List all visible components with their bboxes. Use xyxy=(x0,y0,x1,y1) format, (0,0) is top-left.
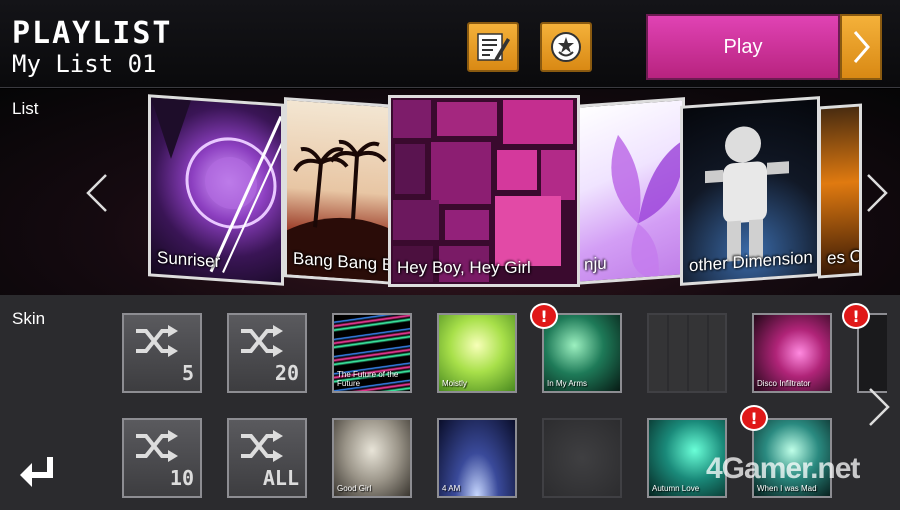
skin-tile[interactable]: 4 AM xyxy=(437,418,517,498)
skin-caption: Autumn Love xyxy=(652,484,700,493)
skin-caption: Disco Infiltrator xyxy=(757,379,811,388)
shuffle-count: 10 xyxy=(169,466,194,490)
new-badge: ! xyxy=(740,405,768,431)
shuffle-icon xyxy=(136,325,178,357)
skin-tile[interactable]: The Future of the Future xyxy=(332,313,412,393)
album-art xyxy=(393,100,575,282)
new-badge: ! xyxy=(530,303,558,329)
chevron-right-icon[interactable] xyxy=(864,173,890,213)
skin-tile-locked xyxy=(542,418,622,498)
skin-tile[interactable]: Disco Infiltrator xyxy=(752,313,832,393)
chevron-right-icon xyxy=(853,31,870,63)
page-title: PLAYLIST xyxy=(12,16,173,51)
playlist-name: My List 01 xyxy=(12,50,157,78)
skin-caption: The Future of the Future xyxy=(337,370,399,388)
shuffle-icon xyxy=(136,430,178,462)
new-badge: ! xyxy=(842,303,870,329)
skin-tile-locked xyxy=(647,313,727,393)
smile-star-icon xyxy=(551,32,581,62)
song-card[interactable]: es Of xyxy=(818,103,862,279)
play-next-button[interactable] xyxy=(840,14,882,80)
skin-caption: In My Arms xyxy=(547,379,588,388)
song-title: es Of xyxy=(827,246,862,268)
shuffle-count: ALL xyxy=(262,466,299,490)
shuffle-icon xyxy=(241,325,283,357)
shuffle-all-button[interactable]: ALL xyxy=(227,418,307,498)
chevron-left-icon[interactable] xyxy=(84,173,110,213)
shuffle-count: 5 xyxy=(181,361,194,385)
shuffle-5-button[interactable]: 5 xyxy=(122,313,202,393)
skin-caption: Moistly xyxy=(442,379,467,388)
song-card[interactable]: Bang Bang B xyxy=(284,97,396,285)
play-label: Play xyxy=(723,35,763,58)
skin-caption: 4 AM xyxy=(442,484,461,493)
back-arrow-icon[interactable] xyxy=(18,453,58,489)
song-carousel: List Sunriser Bang Bang B nju other Dime… xyxy=(0,89,900,295)
shuffle-count: 20 xyxy=(274,361,299,385)
song-card[interactable]: Sunriser xyxy=(148,94,284,286)
song-title: Hey Boy, Hey Girl xyxy=(397,258,531,277)
song-card[interactable]: other Dimension xyxy=(680,96,820,286)
header-bar: PLAYLIST My List 01 Play xyxy=(0,0,900,88)
skin-caption: Good Girl xyxy=(337,484,372,493)
edit-list-icon xyxy=(477,33,510,61)
avatar-button[interactable] xyxy=(540,22,592,72)
chevron-right-icon[interactable] xyxy=(866,387,892,427)
skin-label: Skin xyxy=(12,309,46,328)
watermark: 4Gamer.net xyxy=(706,452,860,485)
shuffle-10-button[interactable]: 10 xyxy=(122,418,202,498)
skin-tile[interactable]: Moistly xyxy=(437,313,517,393)
shuffle-icon xyxy=(241,430,283,462)
song-card-selected[interactable]: Hey Boy, Hey Girl xyxy=(388,95,580,287)
shuffle-20-button[interactable]: 20 xyxy=(227,313,307,393)
song-title: nju xyxy=(584,253,607,275)
skin-tile[interactable]: Good Girl xyxy=(332,418,412,498)
list-label: List xyxy=(12,99,39,118)
play-button[interactable]: Play xyxy=(646,14,840,80)
song-card[interactable]: nju xyxy=(575,97,685,285)
edit-playlist-button[interactable] xyxy=(467,22,519,72)
